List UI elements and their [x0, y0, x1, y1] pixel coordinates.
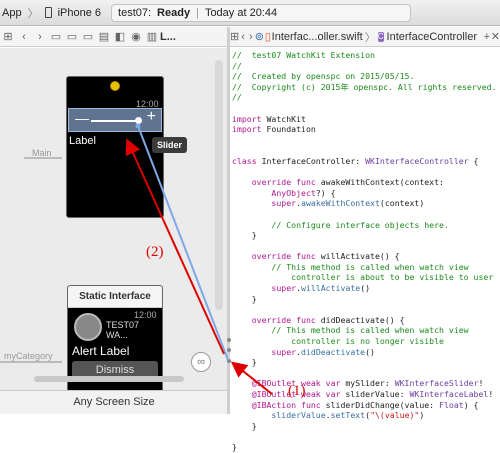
annotation-overlay: [125, 123, 273, 395]
annotation-label-1: (1): [288, 383, 306, 399]
annotation-arrow-1: [230, 361, 273, 395]
annotation-arrow-2: [125, 138, 225, 355]
connection-source-dot: [135, 123, 141, 129]
annotation-label-2: (2): [146, 244, 164, 260]
code-text: }: [232, 420, 257, 431]
code-text: }: [232, 441, 237, 452]
connection-line: [137, 125, 229, 361]
